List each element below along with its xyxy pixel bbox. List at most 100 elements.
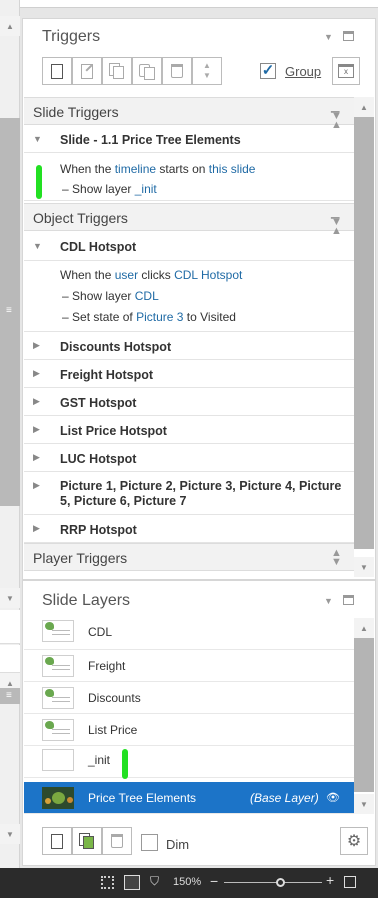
layer-item[interactable]: Freight (24, 650, 354, 682)
popout-panel-icon[interactable] (343, 595, 354, 605)
collapse-panel-icon[interactable]: ▼ (324, 32, 333, 42)
expanded-arrow-icon[interactable]: ▼ (33, 241, 42, 251)
group-checkbox[interactable]: ✓ (260, 63, 276, 79)
layer-item[interactable]: CDL (24, 618, 354, 650)
object-trigger-group[interactable]: ▼ CDL Hotspot (24, 231, 354, 261)
duplicate-layer-button[interactable] (72, 827, 102, 855)
collapsed-arrow-icon[interactable]: ▶ (33, 523, 40, 534)
object-triggers-header[interactable]: Object Triggers ▁ ▼ ▲ (24, 203, 354, 237)
triggers-scroll-thumb[interactable] (354, 117, 374, 549)
delete-trigger-button[interactable] (162, 57, 192, 85)
object-name: GST Hotspot (60, 396, 137, 410)
object-trigger-group[interactable]: ▶ Freight Hotspot (24, 360, 354, 388)
object-trigger-group[interactable]: ▶ Picture 1, Picture 2, Picture 3, Pictu… (24, 472, 354, 515)
variables-icon: x (338, 64, 354, 78)
scroll-down-arrow-icon[interactable]: ▼ (0, 824, 20, 844)
slide-view-icon[interactable] (124, 875, 140, 890)
zoom-level: 150% (173, 876, 202, 888)
collapsed-arrow-icon[interactable]: ▶ (33, 452, 40, 463)
object-trigger-group[interactable]: ▶ LUC Hotspot (24, 444, 354, 472)
edit-trigger-button[interactable] (72, 57, 102, 85)
zoom-in-icon[interactable]: + (326, 872, 334, 888)
scroll-up-arrow-icon[interactable]: ▲ (0, 16, 20, 36)
slide-layers-title: Slide Layers (42, 592, 131, 609)
trigger-condition: When the user clicks CDL Hotspot (60, 268, 243, 282)
scroll-up-arrow-icon[interactable]: ▲ (354, 618, 374, 638)
layer-name: CDL (88, 625, 113, 639)
object-name: List Price Hotspot (60, 424, 167, 438)
object-trigger-group[interactable]: ▶ GST Hotspot (24, 388, 354, 416)
move-down-icon: ▼ (203, 71, 211, 80)
scroll-down-arrow-icon[interactable]: ▼ (0, 588, 20, 608)
object-name: LUC Hotspot (60, 452, 137, 466)
scroll-down-arrow-icon[interactable]: ▼ (354, 794, 374, 814)
expand-all-icon[interactable]: ▲ ▼ (331, 548, 342, 568)
zoom-out-icon[interactable]: − (210, 873, 218, 889)
base-layer-name: Price Tree Elements (88, 791, 197, 805)
layer-item[interactable]: List Price (24, 714, 354, 746)
layer-thumbnail (42, 749, 74, 771)
collapsed-arrow-icon[interactable]: ▶ (33, 340, 40, 351)
layer-settings-button[interactable]: ⚙ (340, 827, 368, 855)
variables-button[interactable]: x (332, 57, 360, 85)
slide-trigger-item[interactable]: When the timeline starts on this slide –… (24, 153, 354, 201)
delete-layer-button[interactable] (102, 827, 132, 855)
left-scroll-thumb[interactable]: ≡ (0, 118, 20, 506)
layer-name: _init (88, 753, 111, 767)
triggers-panel-title: Triggers (42, 28, 101, 45)
layer-name: List Price (88, 723, 138, 737)
left-scroll-thumb[interactable]: ≡ (0, 688, 20, 704)
zoom-slider-handle[interactable] (276, 878, 285, 887)
base-layer-item[interactable]: Price Tree Elements (Base Layer) 👁 (24, 782, 354, 814)
layers-scroll-thumb[interactable] (354, 638, 374, 792)
eye-icon[interactable]: 👁 (326, 791, 340, 804)
zoom-slider[interactable] (224, 882, 322, 883)
object-trigger-group[interactable]: ▶ List Price Hotspot (24, 416, 354, 444)
delete-icon (171, 64, 183, 78)
object-name: Picture 1, Picture 2, Picture 3, Picture… (60, 479, 342, 508)
move-trigger-button[interactable]: ▲ ▼ (192, 57, 222, 85)
popout-panel-icon[interactable] (343, 31, 354, 41)
paste-trigger-button[interactable] (132, 57, 162, 85)
slide-trigger-group[interactable]: ▼ Slide - 1.1 Price Tree Elements (24, 125, 354, 153)
base-layer-thumbnail (42, 787, 74, 809)
normal-view-icon[interactable] (101, 876, 114, 889)
trigger-action: – Show layer _init (62, 182, 157, 196)
layer-name: Freight (88, 659, 126, 673)
dim-checkbox[interactable] (141, 834, 158, 851)
new-trigger-button[interactable] (42, 57, 72, 85)
layer-item[interactable]: Discounts (24, 682, 354, 714)
status-bar: ⛉ 150% − + (0, 868, 378, 898)
layer-thumbnail (42, 655, 74, 677)
collapsed-arrow-icon[interactable]: ▶ (33, 396, 40, 407)
layer-list: CDL Freight Discounts List Price _init P… (24, 618, 354, 814)
new-layer-button[interactable] (42, 827, 72, 855)
new-layer-icon (51, 833, 63, 849)
collapsed-arrow-icon[interactable]: ▶ (33, 368, 40, 379)
object-trigger-group[interactable]: ▶ Discounts Hotspot (24, 332, 354, 360)
duplicate-layer-icon (79, 833, 95, 849)
gear-icon: ⚙ (346, 833, 362, 850)
layer-thumbnail (42, 719, 74, 741)
scroll-down-arrow-icon[interactable]: ▼ (354, 557, 374, 577)
collapsed-arrow-icon[interactable]: ▶ (33, 424, 40, 435)
green-marker (122, 749, 128, 779)
copy-trigger-button[interactable] (102, 57, 132, 85)
object-trigger-group[interactable]: ▶ RRP Hotspot (24, 515, 354, 543)
layer-item[interactable]: _init (24, 746, 354, 779)
scroll-up-arrow-icon[interactable]: ▲ (354, 97, 374, 117)
new-trigger-icon (51, 63, 63, 79)
player-triggers-label: Player Triggers (33, 550, 128, 566)
slide-triggers-header[interactable]: Slide Triggers ▁ ▼ ▲ (24, 97, 354, 131)
collapse-panel-icon[interactable]: ▼ (324, 596, 333, 606)
object-triggers-label: Object Triggers (33, 210, 128, 226)
left-pane-scrollbar[interactable]: ▲ ≡ ▼ ▲ ≡ ▼ (0, 0, 20, 868)
top-toolbar-edge (20, 0, 378, 8)
collapsed-arrow-icon[interactable]: ▶ (33, 480, 40, 491)
expanded-arrow-icon[interactable]: ▼ (33, 134, 42, 144)
delete-icon (111, 834, 123, 848)
preview-icon[interactable]: ⛉ (150, 874, 159, 889)
fit-to-window-icon[interactable] (344, 876, 356, 888)
object-trigger-item[interactable]: When the user clicks CDL Hotspot – Show … (24, 261, 354, 332)
player-triggers-header[interactable]: Player Triggers ▲ ▼ (24, 543, 354, 571)
